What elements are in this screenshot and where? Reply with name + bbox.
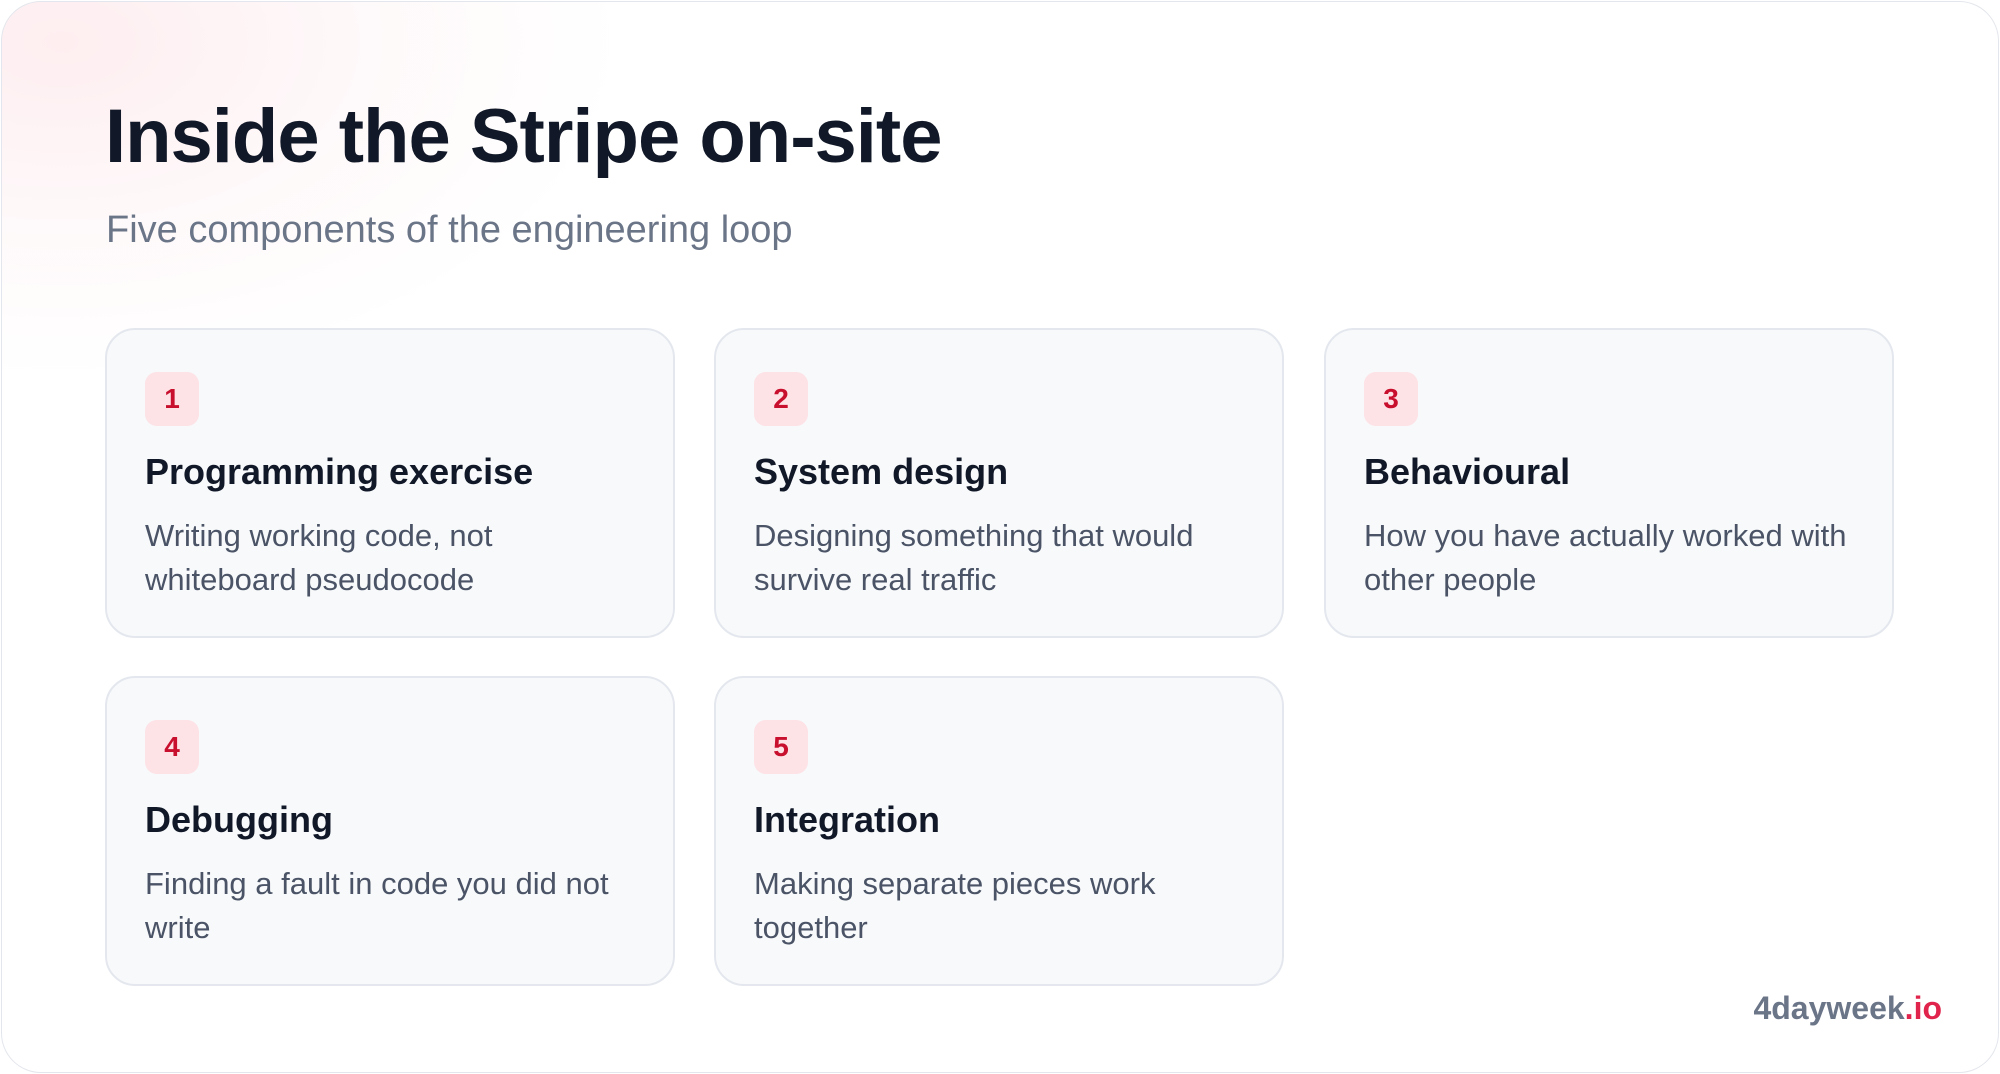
card-description: Finding a fault in code you did not writ… (145, 866, 609, 945)
card-title: Programming exercise (145, 451, 534, 492)
step-number-badge: 5 (754, 720, 808, 774)
card-description: Writing working code, not whiteboard pse… (145, 518, 493, 597)
step-number-badge: 2 (754, 372, 808, 426)
component-card-programming-exercise: 1 Programming exercise Writing working c… (105, 328, 675, 638)
card-description: How you have actually worked with other … (1364, 518, 1847, 597)
brand-suffix: .io (1904, 990, 1942, 1026)
component-card-integration: 5 Integration Making separate pieces wor… (714, 676, 1284, 986)
slide-frame: Inside the Stripe on-site Five component… (1, 1, 1999, 1073)
component-card-debugging: 4 Debugging Finding a fault in code you … (105, 676, 675, 986)
step-number-badge: 1 (145, 372, 199, 426)
card-description: Designing something that would survive r… (754, 518, 1194, 597)
step-number-badge: 3 (1364, 372, 1418, 426)
card-title: Debugging (145, 799, 333, 840)
page-subtitle: Five components of the engineering loop (106, 209, 793, 251)
card-title: Integration (754, 799, 940, 840)
brand-logo: 4dayweek.io (1753, 988, 1942, 1028)
step-number-badge: 4 (145, 720, 199, 774)
card-title: Behavioural (1364, 451, 1571, 492)
brand-name: 4dayweek (1753, 990, 1905, 1026)
component-card-behavioural: 3 Behavioural How you have actually work… (1324, 328, 1894, 638)
card-description: Making separate pieces work together (754, 866, 1156, 945)
card-title: System design (754, 451, 1009, 492)
component-card-system-design: 2 System design Designing something that… (714, 328, 1284, 638)
page-title: Inside the Stripe on-site (105, 94, 942, 179)
